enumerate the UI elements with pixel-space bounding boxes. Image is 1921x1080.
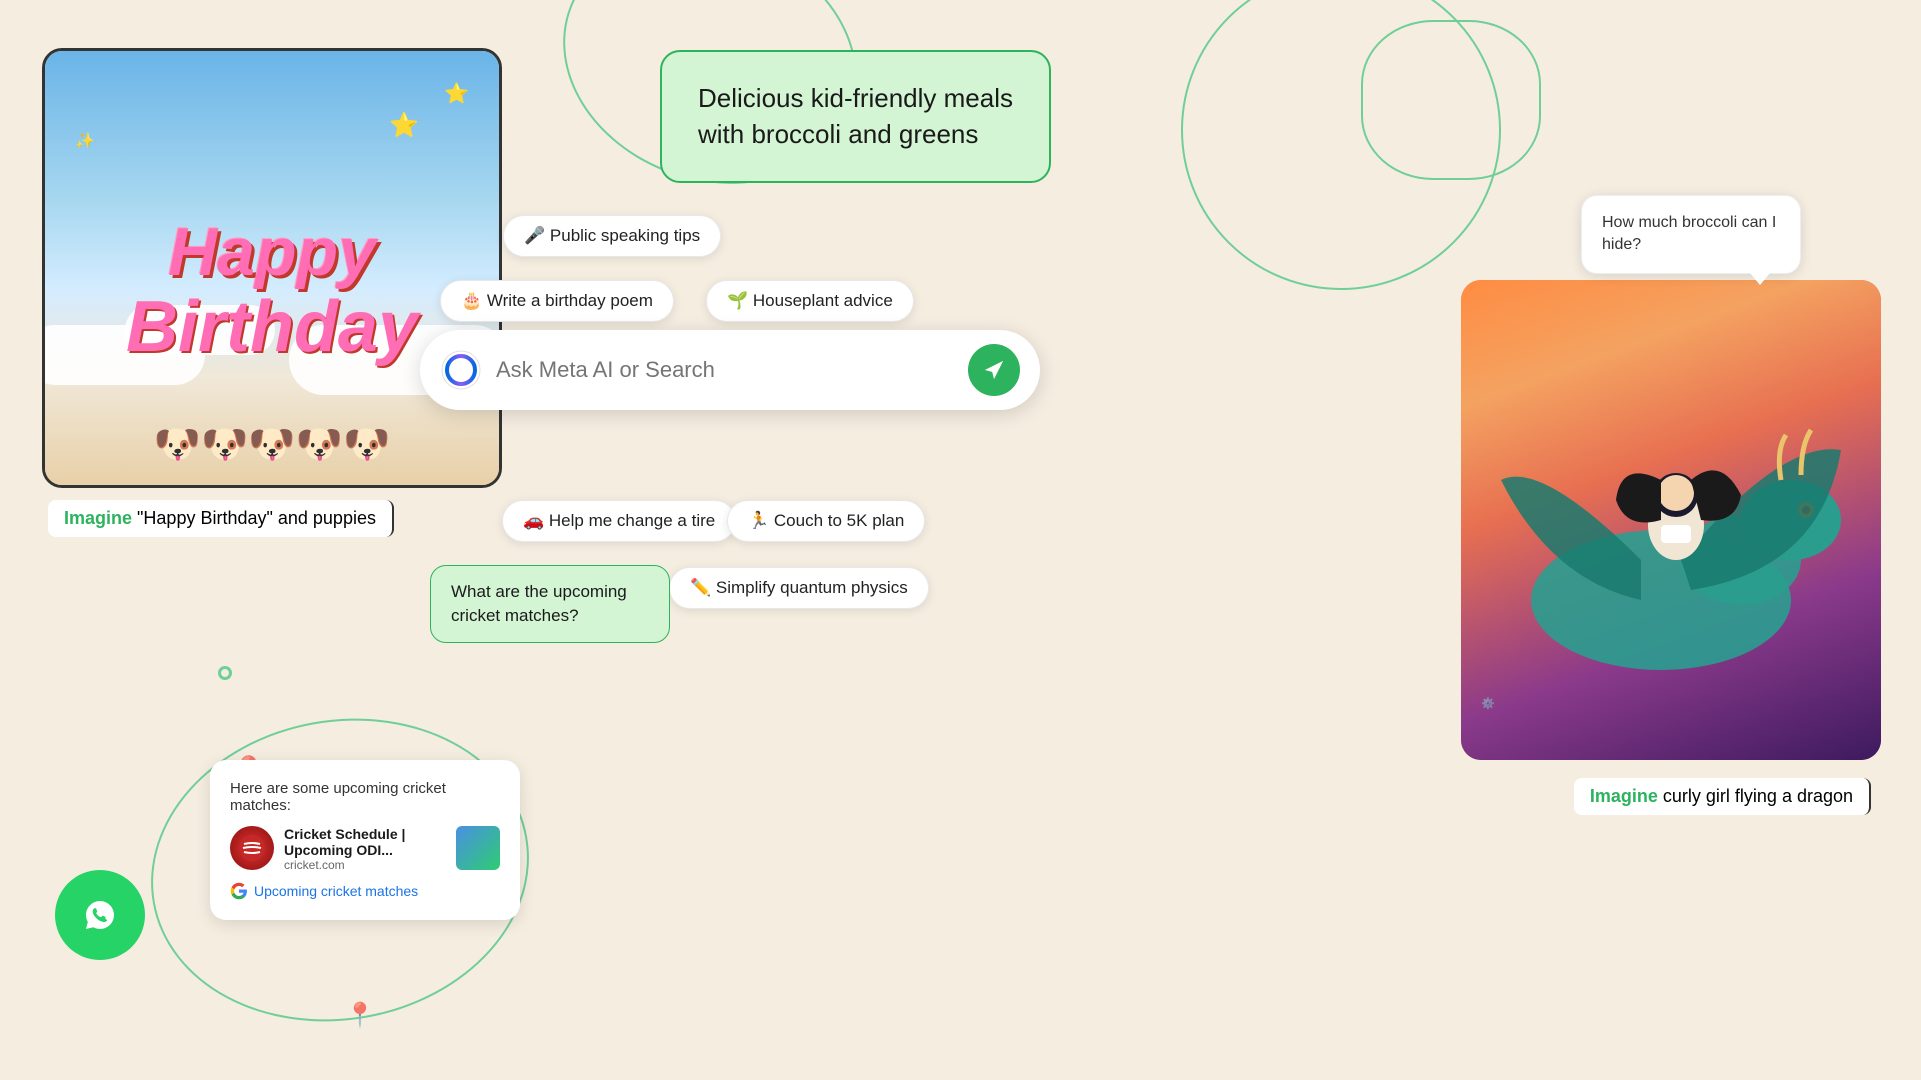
puppies-row: 🐶🐶🐶🐶🐶 bbox=[45, 423, 499, 467]
cricket-logo bbox=[230, 826, 274, 870]
cricket-info: Cricket Schedule | Upcoming ODI... crick… bbox=[284, 826, 446, 872]
cricket-result-item: Cricket Schedule | Upcoming ODI... crick… bbox=[230, 826, 500, 872]
cricket-thumbnail bbox=[456, 826, 500, 870]
chip-houseplant[interactable]: 🌱 Houseplant advice bbox=[706, 280, 914, 322]
imagine-dragon-keyword: Imagine bbox=[1590, 786, 1658, 806]
google-search-link[interactable]: Upcoming cricket matches bbox=[230, 882, 500, 900]
chip-label: Houseplant advice bbox=[753, 291, 893, 310]
whatsapp-icon-svg bbox=[74, 889, 126, 941]
search-input[interactable] bbox=[496, 357, 954, 383]
search-container bbox=[420, 330, 1040, 410]
meta-ai-icon bbox=[440, 349, 482, 391]
cricket-result-title: Cricket Schedule | Upcoming ODI... bbox=[284, 826, 446, 858]
cricket-result-card: Here are some upcoming cricket matches: … bbox=[210, 760, 520, 920]
chip-birthday-poem[interactable]: 🎂 Write a birthday poem bbox=[440, 280, 674, 322]
chip-label: Simplify quantum physics bbox=[716, 578, 908, 597]
happy-text: Happy bbox=[126, 218, 418, 286]
watermark: ⚙️ bbox=[1481, 697, 1495, 710]
chip-quantum[interactable]: ✏️ Simplify quantum physics bbox=[669, 567, 929, 609]
chip-label: Couch to 5K plan bbox=[774, 511, 904, 530]
search-bar bbox=[420, 330, 1040, 410]
small-chat-bubble-text: How much broccoli can I hide? bbox=[1602, 214, 1776, 253]
imagine-dragon-body: curly girl flying a dragon bbox=[1658, 786, 1853, 806]
chip-emoji: ✏️ bbox=[690, 578, 711, 597]
imagine-dragon-label: Imagine curly girl flying a dragon bbox=[1574, 778, 1871, 815]
chip-emoji: 🌱 bbox=[727, 291, 748, 310]
cricket-query-text: What are the upcoming cricket matches? bbox=[451, 582, 627, 625]
search-submit-button[interactable] bbox=[968, 344, 1020, 396]
google-icon bbox=[230, 882, 248, 900]
google-link-text: Upcoming cricket matches bbox=[254, 883, 418, 899]
imagine-keyword: Imagine bbox=[64, 508, 132, 528]
birthday-card: ⭐ ✨ 🎈 Happy Birthday 🐶🐶🐶🐶🐶 ⭐ ✨ ⭐ bbox=[42, 48, 502, 488]
chip-label: Write a birthday poem bbox=[487, 291, 653, 310]
cricket-result-url: cricket.com bbox=[284, 858, 446, 872]
chip-emoji: 🎂 bbox=[461, 291, 482, 310]
cricket-query-bubble: What are the upcoming cricket matches? bbox=[430, 565, 670, 643]
cricket-result-intro: Here are some upcoming cricket matches: bbox=[230, 780, 500, 814]
send-icon bbox=[983, 359, 1005, 381]
chip-change-tire[interactable]: 🚗 Help me change a tire bbox=[502, 500, 736, 542]
cricket-ball-icon bbox=[238, 834, 266, 862]
birthday-text: Birthday bbox=[126, 286, 418, 368]
chip-couch-5k[interactable]: 🏃 Couch to 5K plan bbox=[727, 500, 925, 542]
imagine-birthday-label: Imagine "Happy Birthday" and puppies bbox=[48, 500, 394, 537]
imagine-birthday-body: "Happy Birthday" and puppies bbox=[132, 508, 376, 528]
chip-emoji: 🎤 bbox=[524, 226, 545, 245]
location-pin-2: 📍 bbox=[345, 1001, 375, 1030]
chip-label: Public speaking tips bbox=[550, 226, 700, 245]
dragon-card: ⚙️ bbox=[1461, 280, 1881, 760]
chip-emoji: 🚗 bbox=[523, 511, 544, 530]
small-chat-bubble: How much broccoli can I hide? bbox=[1581, 195, 1801, 274]
whatsapp-button[interactable] bbox=[55, 870, 145, 960]
chat-bubble-main-text: Delicious kid-friendly meals with brocco… bbox=[698, 83, 1013, 149]
dragon-scene-svg bbox=[1461, 280, 1881, 760]
main-chat-bubble: Delicious kid-friendly meals with brocco… bbox=[660, 50, 1051, 183]
chip-emoji: 🏃 bbox=[748, 511, 769, 530]
chip-public-speaking[interactable]: 🎤 Public speaking tips bbox=[503, 215, 721, 257]
chip-label: Help me change a tire bbox=[549, 511, 715, 530]
